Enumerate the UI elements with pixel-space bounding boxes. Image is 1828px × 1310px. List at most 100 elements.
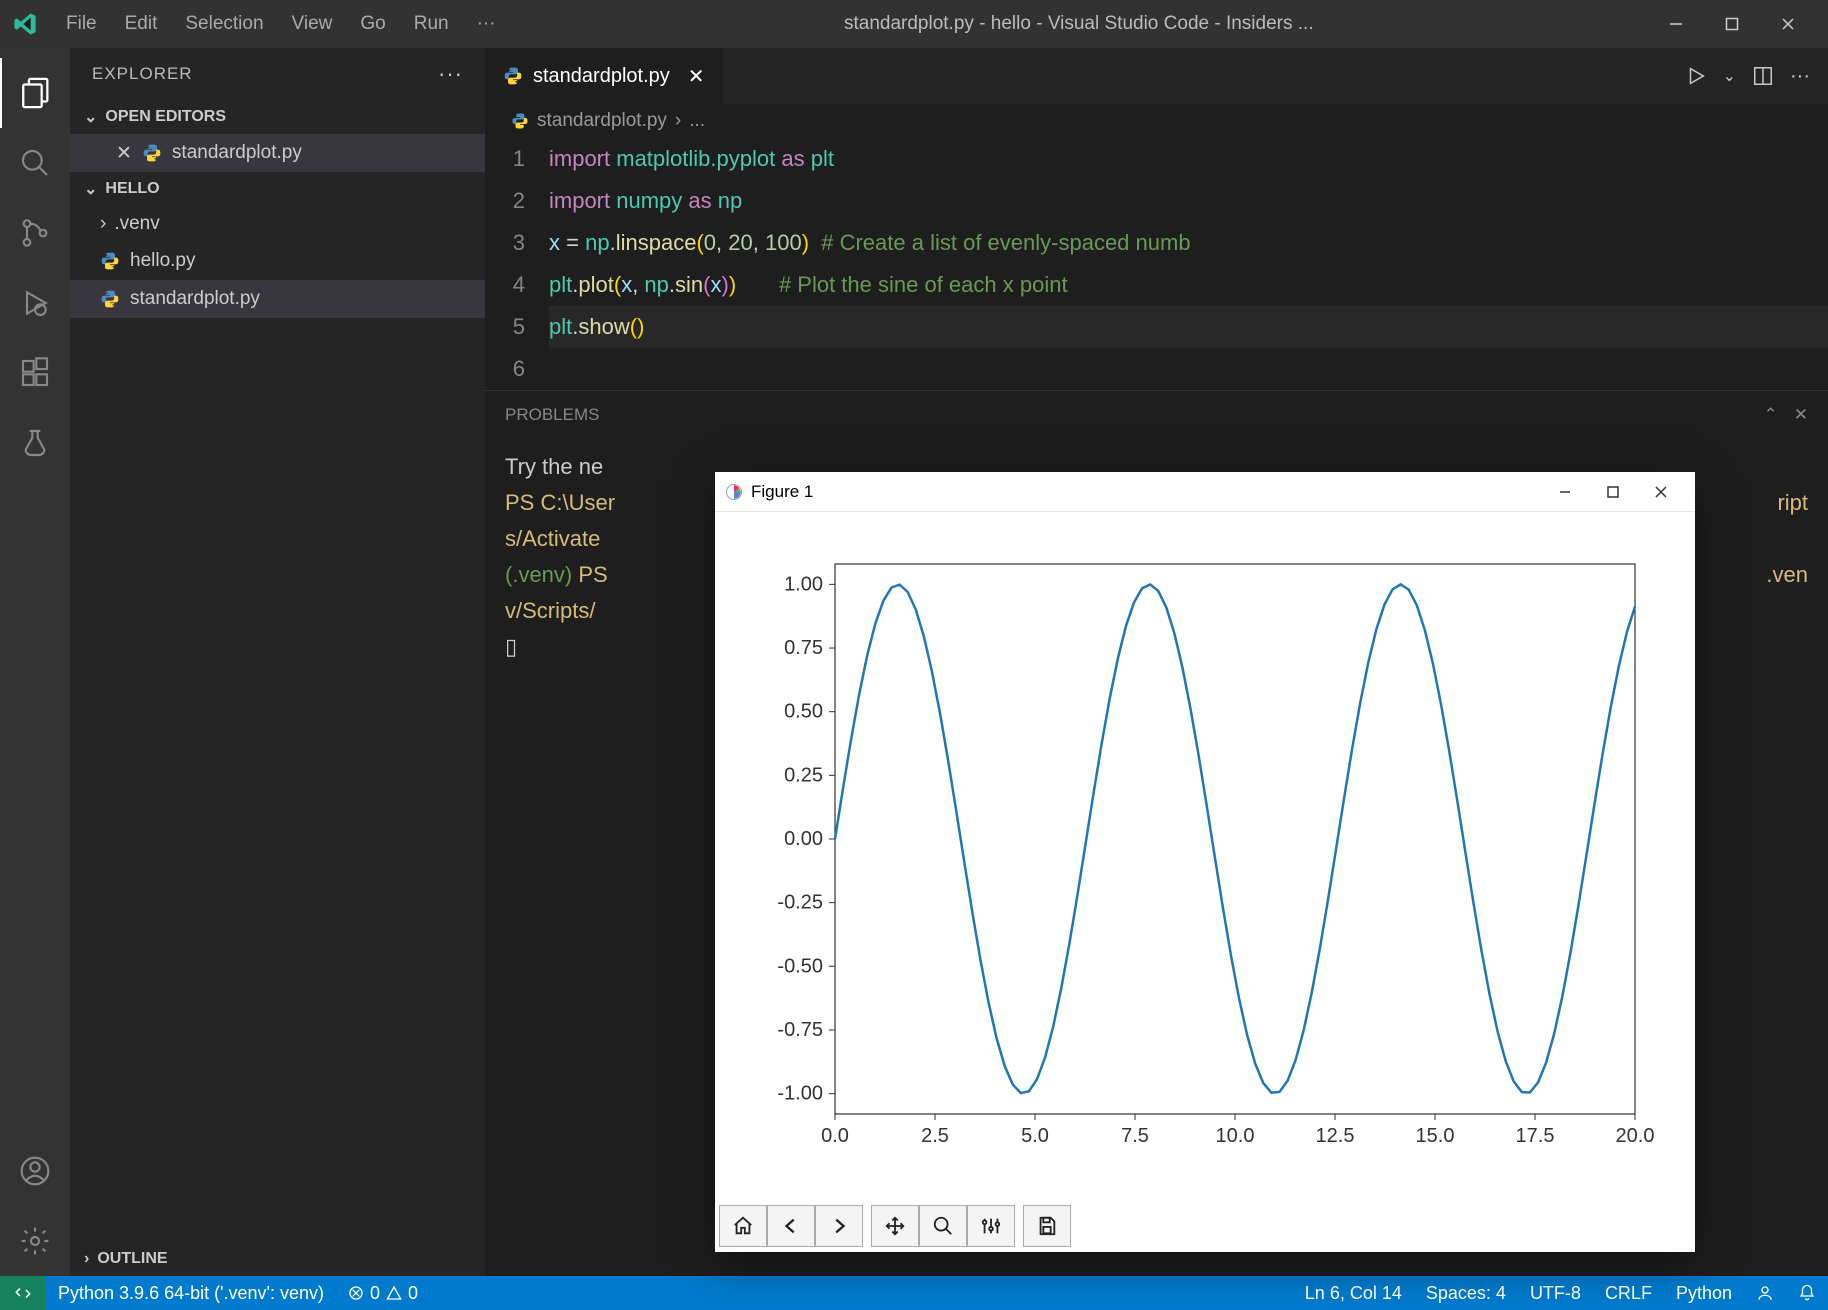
menu-run[interactable]: Run <box>400 13 463 35</box>
activity-search[interactable] <box>0 128 70 198</box>
editor-tabs: standardplot.py ✕ ⌄ ··· <box>485 48 1828 104</box>
outline-section[interactable]: › OUTLINE <box>70 1242 485 1276</box>
menu-view[interactable]: View <box>278 13 347 35</box>
file-name: standardplot.py <box>130 288 260 310</box>
status-errors-count: 0 <box>370 1283 380 1304</box>
outline-label: OUTLINE <box>97 1250 167 1268</box>
folder-name: .venv <box>114 213 159 235</box>
status-bell-icon[interactable] <box>1786 1276 1828 1310</box>
close-icon[interactable]: ✕ <box>688 64 705 89</box>
figure-plot-area: 0.02.55.07.510.012.515.017.520.0-1.00-0.… <box>715 512 1695 1200</box>
explorer-sidebar: EXPLORER ··· ⌄ OPEN EDITORS ✕ standardpl… <box>70 48 485 1276</box>
explorer-more-icon[interactable]: ··· <box>438 61 463 87</box>
panel-tab-problems[interactable]: PROBLEMS <box>505 405 599 425</box>
remote-indicator[interactable] <box>0 1276 46 1310</box>
workspace-label: HELLO <box>105 180 159 198</box>
status-warnings-count: 0 <box>408 1283 418 1304</box>
panel-close-icon[interactable]: ✕ <box>1794 405 1808 425</box>
svg-text:7.5: 7.5 <box>1121 1125 1149 1147</box>
run-dropdown[interactable]: ⌄ <box>1723 66 1736 86</box>
zoom-button[interactable] <box>919 1205 967 1247</box>
titlebar: File Edit Selection View Go Run ··· stan… <box>0 0 1828 48</box>
status-eol[interactable]: CRLF <box>1593 1276 1664 1310</box>
svg-text:5.0: 5.0 <box>1021 1125 1049 1147</box>
svg-text:0.75: 0.75 <box>784 637 823 659</box>
window-close-button[interactable] <box>1760 0 1816 48</box>
open-editors-section[interactable]: ⌄ OPEN EDITORS <box>70 100 485 134</box>
svg-text:-0.75: -0.75 <box>777 1019 823 1041</box>
window-maximize-button[interactable] <box>1704 0 1760 48</box>
svg-text:-0.50: -0.50 <box>777 955 823 977</box>
figure-toolbar <box>715 1200 1695 1252</box>
file-item-standardplot[interactable]: standardplot.py <box>70 280 485 318</box>
status-indent[interactable]: Spaces: 4 <box>1414 1276 1518 1310</box>
panel-maximize-icon[interactable]: ⌃ <box>1764 405 1778 425</box>
back-button[interactable] <box>767 1205 815 1247</box>
close-icon[interactable]: ✕ <box>116 142 132 165</box>
svg-text:2.5: 2.5 <box>921 1125 949 1147</box>
svg-text:15.0: 15.0 <box>1416 1125 1455 1147</box>
status-python[interactable]: Python 3.9.6 64-bit ('.venv': venv) <box>46 1276 336 1310</box>
svg-text:0.25: 0.25 <box>784 764 823 786</box>
code-editor[interactable]: 123456 import matplotlib.pyplot as pltim… <box>485 138 1828 390</box>
menu-edit[interactable]: Edit <box>111 13 172 35</box>
activity-accounts[interactable] <box>0 1136 70 1206</box>
configure-button[interactable] <box>967 1205 1015 1247</box>
figure-window-titlebar[interactable]: Figure 1 <box>715 472 1695 512</box>
activity-run-debug[interactable] <box>0 268 70 338</box>
pan-button[interactable] <box>871 1205 919 1247</box>
window-title: standardplot.py - hello - Visual Studio … <box>510 13 1648 35</box>
figure-close-button[interactable] <box>1637 472 1685 512</box>
svg-text:-1.00: -1.00 <box>777 1083 823 1105</box>
svg-text:1.00: 1.00 <box>784 573 823 595</box>
activity-extensions[interactable] <box>0 338 70 408</box>
run-button[interactable] <box>1685 65 1707 87</box>
python-file-icon <box>100 289 120 309</box>
workspace-section[interactable]: ⌄ HELLO <box>70 172 485 206</box>
activity-bar <box>0 48 70 1276</box>
chevron-right-icon: › <box>100 213 106 235</box>
activity-settings[interactable] <box>0 1206 70 1276</box>
sine-plot: 0.02.55.07.510.012.515.017.520.0-1.00-0.… <box>745 544 1665 1184</box>
forward-button[interactable] <box>815 1205 863 1247</box>
status-feedback-icon[interactable] <box>1744 1276 1786 1310</box>
figure-maximize-button[interactable] <box>1589 472 1637 512</box>
activity-source-control[interactable] <box>0 198 70 268</box>
status-encoding[interactable]: UTF-8 <box>1518 1276 1593 1310</box>
matplotlib-figure-window[interactable]: Figure 1 0.02.55.07.510.012.515.017.520.… <box>715 472 1695 1252</box>
open-editor-item[interactable]: ✕ standardplot.py <box>70 134 485 172</box>
activity-testing[interactable] <box>0 408 70 478</box>
save-button[interactable] <box>1023 1205 1071 1247</box>
breadcrumb-rest: ... <box>689 110 705 132</box>
python-file-icon <box>100 251 120 271</box>
menu-more[interactable]: ··· <box>463 13 510 35</box>
status-language[interactable]: Python <box>1664 1276 1744 1310</box>
figure-minimize-button[interactable] <box>1541 472 1589 512</box>
file-item-hello[interactable]: hello.py <box>70 242 485 280</box>
svg-text:17.5: 17.5 <box>1516 1125 1555 1147</box>
window-minimize-button[interactable] <box>1648 0 1704 48</box>
menu-selection[interactable]: Selection <box>171 13 277 35</box>
activity-explorer[interactable] <box>0 58 70 128</box>
breadcrumb-file: standardplot.py <box>537 110 667 132</box>
split-editor-button[interactable] <box>1752 65 1774 87</box>
menu-go[interactable]: Go <box>346 13 399 35</box>
home-button[interactable] <box>719 1205 767 1247</box>
chevron-down-icon: ⌄ <box>84 179 97 199</box>
open-editor-filename: standardplot.py <box>172 142 302 164</box>
menu-file[interactable]: File <box>52 13 111 35</box>
python-file-icon <box>142 143 162 163</box>
vscode-logo-icon <box>12 11 38 37</box>
folder-item-venv[interactable]: › .venv <box>70 206 485 242</box>
status-problems[interactable]: 0 0 <box>336 1276 430 1310</box>
status-position[interactable]: Ln 6, Col 14 <box>1293 1276 1414 1310</box>
svg-text:0.50: 0.50 <box>784 701 823 723</box>
status-bar: Python 3.9.6 64-bit ('.venv': venv) 0 0 … <box>0 1276 1828 1310</box>
file-name: hello.py <box>130 250 196 272</box>
breadcrumb[interactable]: standardplot.py › ... <box>485 104 1828 138</box>
python-file-icon <box>511 112 529 130</box>
matplotlib-icon <box>725 483 743 501</box>
editor-tab-standardplot[interactable]: standardplot.py ✕ <box>485 48 724 104</box>
svg-text:12.5: 12.5 <box>1316 1125 1355 1147</box>
more-actions-icon[interactable]: ··· <box>1790 65 1810 88</box>
